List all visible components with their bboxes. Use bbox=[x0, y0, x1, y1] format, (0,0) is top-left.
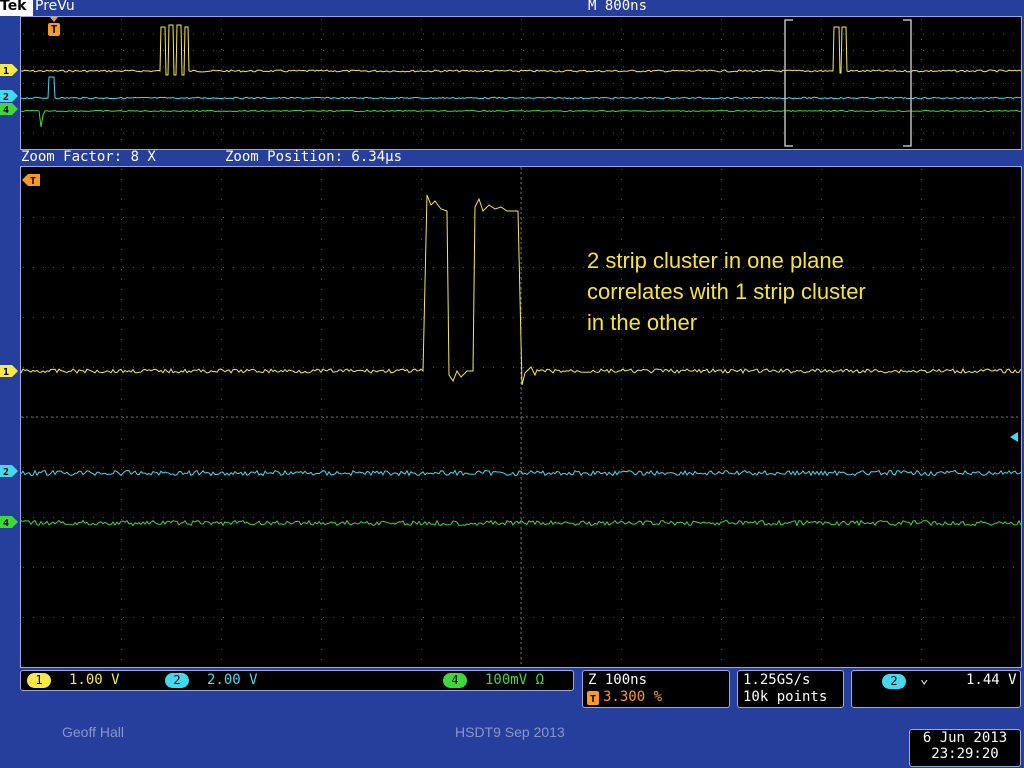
ch1-scale: 1.00 V bbox=[69, 672, 120, 688]
zoom-waveform-window[interactable] bbox=[20, 166, 1022, 668]
ch4-badge[interactable]: 4 bbox=[443, 673, 467, 688]
svg-text:1: 1 bbox=[3, 66, 9, 77]
time-readout: 23:29:20 bbox=[931, 746, 999, 762]
svg-text:4: 4 bbox=[3, 518, 9, 529]
trigger-level-readout: 1.44 V bbox=[966, 672, 1017, 688]
ch2-overview-trace bbox=[21, 76, 1022, 100]
svg-text:4: 4 bbox=[3, 105, 9, 116]
zoom-time-readout: Z 100ns bbox=[588, 672, 648, 688]
ch1-badge[interactable]: 1 bbox=[27, 673, 51, 688]
ch4-overview-trace bbox=[20, 109, 1022, 128]
svg-text:1: 1 bbox=[3, 367, 9, 378]
svg-text:T: T bbox=[51, 23, 58, 36]
svg-text:T: T bbox=[590, 694, 596, 705]
zoom-time-box[interactable]: Z 100ns T 3.300 % bbox=[582, 670, 730, 708]
overview-grid bbox=[23, 19, 1014, 140]
overview-channel-markers: 1 2 4 bbox=[0, 64, 18, 116]
record-length-readout: 10k points bbox=[743, 689, 828, 705]
svg-text:2: 2 bbox=[3, 92, 9, 103]
overview-waveform-window[interactable] bbox=[20, 16, 1022, 150]
tek-logo: Tek bbox=[0, 0, 27, 14]
date-readout: 6 Jun 2013 bbox=[922, 730, 1008, 746]
footer-event: HSDT9 Sep 2013 bbox=[455, 724, 565, 740]
overview-waveform-plot bbox=[20, 19, 1022, 147]
trigger-level-arrow-icon[interactable] bbox=[1009, 431, 1021, 443]
zoom-trigger-marker-icon[interactable]: T bbox=[22, 173, 42, 189]
zoom-channel-markers: 1 2 4 bbox=[0, 365, 18, 529]
timebase-readout: M 800ns bbox=[588, 0, 648, 14]
acquisition-box[interactable]: 1.25GS/s 10k points bbox=[737, 670, 844, 708]
ch2-badge[interactable]: 2 bbox=[165, 673, 189, 688]
zoom-factor-readout: Zoom Factor: 8 X bbox=[21, 149, 156, 165]
channel-scale-bar[interactable]: 1 1.00 V 2 2.00 V 4 100mV Ω bbox=[20, 670, 574, 691]
trigger-box[interactable]: 2 ⌄ 1.44 V bbox=[851, 670, 1021, 708]
zoom-position-readout: Zoom Position: 6.34µs bbox=[225, 149, 403, 165]
svg-text:T: T bbox=[30, 176, 36, 187]
footer-author: Geoff Hall bbox=[62, 724, 124, 740]
svg-text:2: 2 bbox=[3, 467, 9, 478]
zoom-waveform-plot bbox=[20, 167, 1022, 667]
date-time-box: 6 Jun 2013 23:29:20 bbox=[909, 729, 1021, 767]
trigger-channel-badge: 2 bbox=[882, 674, 906, 689]
annotation-text: 2 strip cluster in one plane correlates … bbox=[587, 248, 866, 335]
overview-trigger-marker-icon[interactable]: T bbox=[46, 17, 62, 39]
trigger-slope-icon: ⌄ bbox=[920, 671, 929, 687]
trigger-position-icon: T bbox=[587, 691, 599, 705]
mode-label: PreVu bbox=[35, 0, 75, 14]
trigger-position-readout: 3.300 % bbox=[603, 689, 663, 705]
ch4-scale: 100mV Ω bbox=[485, 672, 545, 688]
ch2-scale: 2.00 V bbox=[207, 672, 258, 688]
sample-rate-readout: 1.25GS/s bbox=[743, 672, 811, 688]
